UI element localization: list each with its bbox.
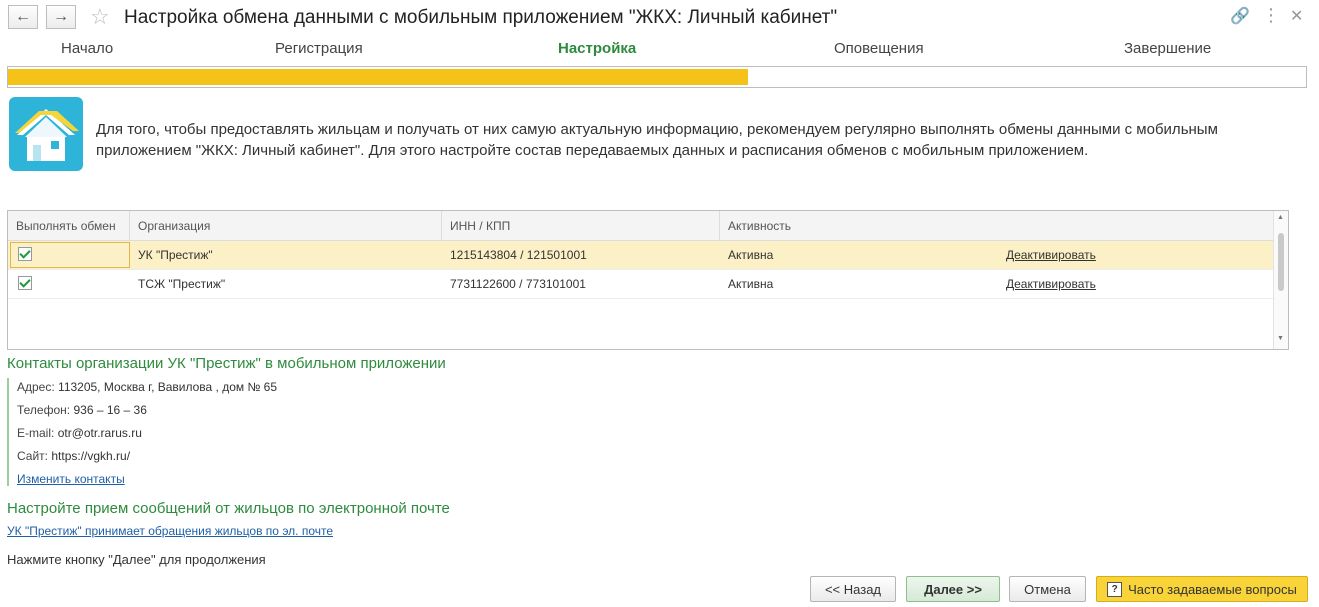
progress-fill	[8, 69, 748, 85]
inn-cell: 7731122600 / 773101001	[450, 277, 586, 291]
step-settings: Настройка	[558, 40, 637, 57]
deactivate-link[interactable]: Деактивировать	[998, 270, 1096, 299]
step-start: Начало	[61, 40, 114, 57]
house-icon	[9, 97, 83, 171]
scroll-thumb[interactable]	[1278, 233, 1284, 291]
faq-button[interactable]: ? Часто задаваемые вопросы	[1096, 576, 1308, 602]
address-label: Адрес:	[17, 380, 55, 394]
org-cell: ТСЖ "Престиж"	[138, 277, 226, 291]
email-setup-title: Настройте прием сообщений от жильцов по …	[7, 500, 450, 517]
site-line: Сайт: https://vgkh.ru/	[17, 449, 130, 463]
address-line: Адрес: 113205, Москва г, Вавилова , дом …	[17, 380, 277, 394]
email-value: otr@otr.rarus.ru	[57, 426, 142, 440]
close-icon[interactable]: ✕	[1290, 6, 1303, 26]
org-cell: УК "Престиж"	[138, 248, 213, 262]
phone-line: Телефон: 936 – 16 – 36	[17, 403, 147, 417]
back-step-button[interactable]: << Назад	[810, 576, 896, 602]
table-row[interactable]: ТСЖ "Престиж" 7731122600 / 773101001 Акт…	[8, 270, 1274, 299]
inn-cell: 1215143804 / 121501001	[450, 248, 587, 262]
status-cell: Активна	[728, 277, 774, 291]
help-icon: ?	[1107, 581, 1123, 597]
exchange-checkbox[interactable]	[18, 276, 32, 290]
deactivate-link[interactable]: Деактивировать	[998, 241, 1096, 270]
next-button[interactable]: Далее >>	[906, 576, 1000, 602]
table-row[interactable]: УК "Престиж" 1215143804 / 121501001 Акти…	[8, 241, 1274, 270]
column-header-activity[interactable]: Активность	[720, 211, 1274, 241]
faq-label: Часто задаваемые вопросы	[1128, 581, 1297, 597]
scroll-down-icon[interactable]: ▼	[1277, 335, 1284, 342]
email-label: E-mail:	[17, 426, 55, 440]
step-notifications: Оповещения	[834, 40, 924, 57]
intro-text: Для того, чтобы предоставлять жильцам и …	[96, 121, 1218, 159]
organizations-table: Выполнять обмен Организация ИНН / КПП Ак…	[7, 210, 1289, 350]
status-cell: Активна	[728, 248, 774, 262]
step-registration: Регистрация	[275, 40, 363, 57]
scroll-up-icon[interactable]: ▲	[1277, 214, 1284, 221]
column-header-inn[interactable]: ИНН / КПП	[442, 211, 720, 241]
continue-hint: Нажмите кнопку "Далее" для продолжения	[7, 552, 266, 567]
progress-bar	[7, 66, 1307, 88]
link-icon[interactable]: 🔗	[1230, 6, 1250, 26]
site-label: Сайт:	[17, 449, 49, 463]
forward-arrow-icon: →	[53, 8, 69, 25]
site-value: https://vgkh.ru/	[51, 449, 131, 463]
step-finish: Завершение	[1124, 40, 1212, 57]
more-icon[interactable]: ⋮	[1262, 5, 1280, 26]
back-arrow-icon: ←	[15, 8, 31, 25]
phone-label: Телефон:	[17, 403, 71, 417]
contacts-title: Контакты организации УК "Престиж" в моби…	[7, 355, 446, 372]
email-setup-link[interactable]: УК "Престиж" принимает обращения жильцов…	[7, 524, 333, 538]
phone-value: 936 – 16 – 36	[73, 403, 147, 417]
column-header-organization[interactable]: Организация	[130, 211, 442, 241]
star-icon[interactable]: ☆	[90, 4, 110, 30]
exchange-checkbox[interactable]	[18, 247, 32, 261]
window-title: Настройка обмена данными с мобильным при…	[124, 7, 838, 28]
contacts-block: Адрес: 113205, Москва г, Вавилова , дом …	[7, 378, 409, 486]
table-scrollbar[interactable]: ▲ ▼	[1273, 211, 1288, 349]
column-header-exchange[interactable]: Выполнять обмен	[8, 211, 130, 241]
forward-button[interactable]: →	[46, 5, 76, 29]
cancel-button[interactable]: Отмена	[1009, 576, 1086, 602]
edit-contacts-link[interactable]: Изменить контакты	[17, 472, 125, 486]
email-line: E-mail: otr@otr.rarus.ru	[17, 426, 142, 440]
address-value: 113205, Москва г, Вавилова , дом № 65	[58, 380, 278, 394]
back-button[interactable]: ←	[8, 5, 38, 29]
